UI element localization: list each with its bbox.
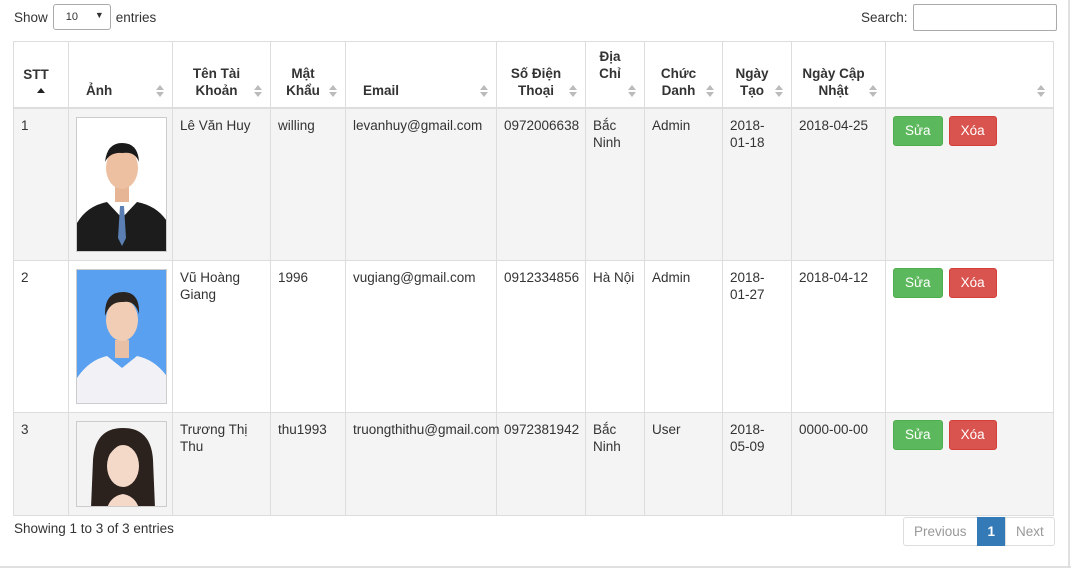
page-1-button[interactable]: 1	[976, 517, 1007, 546]
cell-created: 2018-05-09	[722, 411, 792, 516]
cell-stt: 1	[13, 107, 69, 261]
sort-icon	[628, 84, 636, 97]
column-header-updated[interactable]: Ngày Cập Nhật	[791, 41, 886, 109]
cell-updated: 0000-00-00	[791, 411, 886, 516]
show-label: Show	[14, 9, 48, 25]
cell-actions: Sửa Xóa	[885, 411, 1054, 516]
cell-photo	[68, 411, 173, 516]
edit-button[interactable]: Sửa	[893, 267, 943, 298]
previous-page-button[interactable]: Previous	[903, 517, 978, 546]
cell-updated: 2018-04-12	[791, 259, 886, 413]
column-header-stt[interactable]: STT	[13, 41, 69, 109]
column-header-password[interactable]: Mật Khẩu	[270, 41, 346, 109]
cell-email: truongthithu@gmail.com	[345, 411, 500, 516]
cell-role: Admin	[644, 107, 723, 261]
edit-button[interactable]: Sửa	[893, 115, 943, 146]
cell-created: 2018-01-27	[722, 259, 792, 413]
next-page-button[interactable]: Next	[1005, 517, 1055, 546]
cell-stt: 2	[13, 259, 69, 413]
column-label: Chức Danh	[660, 65, 697, 98]
chevron-down-icon: ▼	[94, 10, 104, 20]
delete-button[interactable]: Xóa	[948, 267, 997, 298]
search-label: Search:	[861, 10, 908, 25]
column-header-photo[interactable]: Ảnh	[68, 41, 173, 109]
sort-icon	[480, 84, 488, 97]
cell-address: Bắc Ninh	[585, 411, 645, 516]
cell-actions: Sửa Xóa	[885, 107, 1054, 261]
cell-address: Bắc Ninh	[585, 107, 645, 261]
cell-phone: 0972006638	[496, 107, 586, 261]
entries-label: entries	[115, 9, 157, 25]
avatar	[76, 268, 167, 404]
cell-email: levanhuy@gmail.com	[345, 107, 497, 261]
column-label: Địa Chỉ	[599, 48, 621, 81]
search-control: Search:	[861, 4, 1057, 31]
column-label: Email	[363, 82, 400, 98]
column-label: Mật Khẩu	[286, 65, 320, 98]
column-label: Số Điện Thoại	[510, 65, 562, 98]
column-label: Ảnh	[86, 82, 113, 98]
cell-password: willing	[270, 107, 346, 261]
cell-photo	[68, 259, 173, 413]
search-input[interactable]	[912, 4, 1057, 31]
column-header-address[interactable]: Địa Chỉ	[585, 41, 645, 109]
avatar	[76, 420, 167, 507]
entries-select[interactable]: 10 ▼	[52, 4, 111, 30]
column-header-email[interactable]: Email	[345, 41, 497, 109]
entries-length-control: Show 10 ▼ entries	[14, 4, 156, 30]
right-border	[1068, 0, 1070, 568]
table-row: 3 Trương Thị Thu thu1993 truongthithu@gm…	[13, 411, 1054, 516]
cell-email: vugiang@gmail.com	[345, 259, 497, 413]
column-label: Ngày Cập Nhật	[802, 65, 865, 98]
cell-password: 1996	[270, 259, 346, 413]
table-header-row: STT Ảnh Tên Tài Khoản Mật Khẩu Email Số …	[13, 41, 1054, 109]
cell-actions: Sửa Xóa	[885, 259, 1054, 413]
delete-button[interactable]: Xóa	[948, 419, 997, 450]
cell-username: Trương Thị Thu	[172, 411, 271, 516]
column-label: Tên Tài Khoản	[192, 65, 241, 98]
column-header-created[interactable]: Ngày Tạo	[722, 41, 792, 109]
cell-role: User	[644, 411, 723, 516]
table-info: Showing 1 to 3 of 3 entries	[14, 521, 174, 536]
sort-icon	[569, 84, 577, 97]
sort-icon	[156, 84, 164, 97]
edit-button[interactable]: Sửa	[893, 419, 943, 450]
table-row: 2 Vũ Hoàng Giang 1996 vugiang@gmail.com …	[13, 259, 1054, 413]
cell-photo	[68, 107, 173, 261]
cell-address: Hà Nội	[585, 259, 645, 413]
sort-icon	[254, 84, 262, 97]
cell-role: Admin	[644, 259, 723, 413]
sort-icon	[1037, 84, 1045, 97]
column-label: STT	[23, 66, 49, 82]
column-header-username[interactable]: Tên Tài Khoản	[172, 41, 271, 109]
pagination: Previous 1 Next	[903, 517, 1055, 546]
cell-phone: 0972381942	[496, 411, 586, 516]
cell-username: Vũ Hoàng Giang	[172, 259, 271, 413]
column-header-phone[interactable]: Số Điện Thoại	[496, 41, 586, 109]
column-header-actions[interactable]	[885, 41, 1054, 109]
entries-select-value: 10	[65, 11, 79, 23]
users-table: STT Ảnh Tên Tài Khoản Mật Khẩu Email Số …	[13, 41, 1054, 516]
cell-username: Lê Văn Huy	[172, 107, 271, 261]
sort-icon	[329, 84, 337, 97]
cell-updated: 2018-04-25	[791, 107, 886, 261]
sort-icon	[869, 84, 877, 97]
column-header-role[interactable]: Chức Danh	[644, 41, 723, 109]
cell-stt: 3	[13, 411, 69, 516]
cell-password: thu1993	[270, 411, 346, 516]
column-label: Ngày Tạo	[735, 65, 769, 98]
sort-icon	[775, 84, 783, 97]
table-row: 1 Lê Văn Huy willing levanhuy@gmail.com …	[13, 107, 1054, 261]
sort-icon	[706, 84, 714, 97]
avatar	[76, 116, 167, 252]
delete-button[interactable]: Xóa	[948, 115, 997, 146]
cell-created: 2018-01-18	[722, 107, 792, 261]
sort-asc-icon	[37, 87, 45, 93]
cell-phone: 0912334856	[496, 259, 586, 413]
